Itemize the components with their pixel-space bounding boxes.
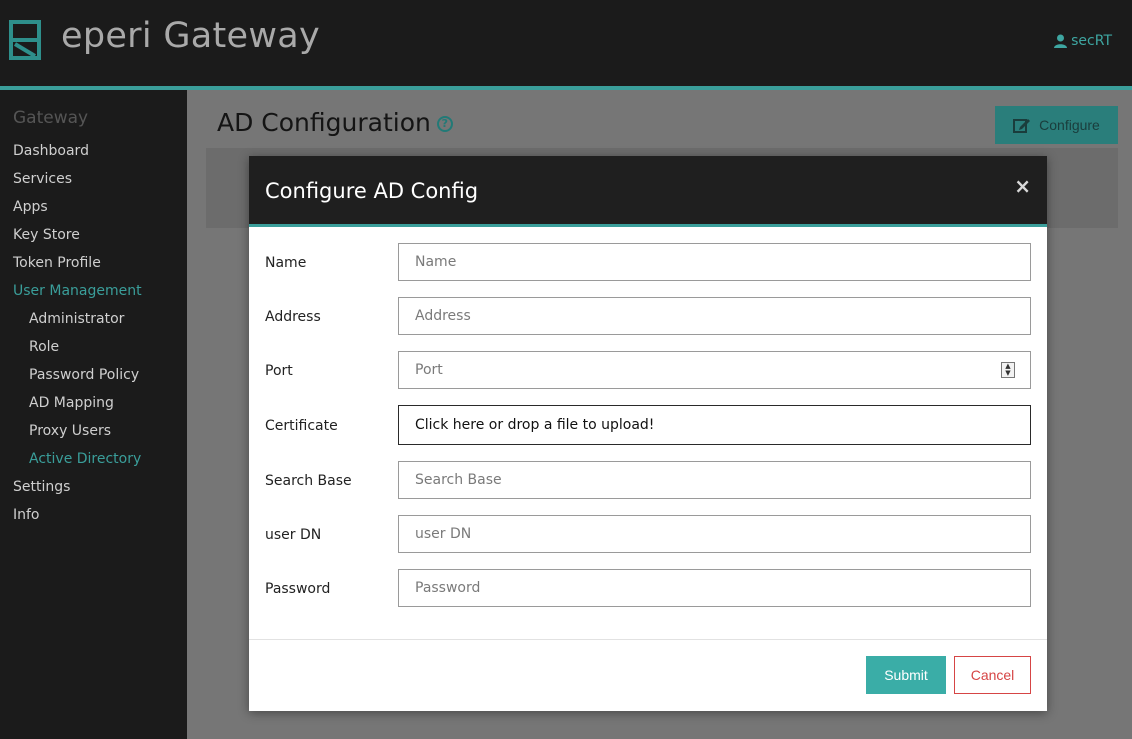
configure-button-label: Configure	[1039, 117, 1100, 133]
user-name: secRT	[1071, 33, 1112, 49]
sidebar-item-info[interactable]: Info	[0, 504, 187, 532]
user-dn-label: user DN	[265, 527, 322, 543]
sidebar-item-active-directory[interactable]: Active Directory	[0, 448, 187, 476]
certificate-file-dropzone[interactable]: Click here or drop a file to upload!	[398, 405, 1031, 445]
port-label: Port	[265, 363, 293, 379]
address-input[interactable]	[398, 297, 1031, 335]
name-label: Name	[265, 255, 307, 271]
sidebar-item-ad-mapping[interactable]: AD Mapping	[0, 392, 187, 420]
sidebar-item-apps[interactable]: Apps	[0, 196, 187, 224]
sidebar-item-role[interactable]: Role	[0, 336, 187, 364]
certificate-label: Certificate	[265, 418, 338, 434]
configure-ad-modal: Configure AD Config × Name Address Port …	[249, 156, 1047, 711]
brand-title: eperi Gateway	[61, 16, 321, 56]
sidebar-item-key-store[interactable]: Key Store	[0, 224, 187, 252]
password-label: Password	[265, 581, 331, 597]
sidebar-item-password-policy[interactable]: Password Policy	[0, 364, 187, 392]
question-circle-icon[interactable]: ?	[436, 115, 453, 132]
submit-button[interactable]: Submit	[866, 656, 946, 694]
edit-icon	[1013, 119, 1031, 133]
configure-button[interactable]: Configure	[995, 106, 1118, 144]
sidebar-item-user-management[interactable]: User Management	[0, 280, 187, 308]
user-menu[interactable]: secRT	[1054, 33, 1112, 49]
search-base-input[interactable]	[398, 461, 1031, 499]
page-title: AD Configuration ?	[217, 108, 453, 137]
page-title-text: AD Configuration	[217, 108, 431, 137]
close-icon[interactable]: ×	[1014, 176, 1031, 196]
port-field: ▲ ▼	[398, 351, 1031, 389]
modal-accent-line	[249, 224, 1047, 227]
sidebar-item-settings[interactable]: Settings	[0, 476, 187, 504]
address-label: Address	[265, 309, 321, 325]
sidebar-item-token-profile[interactable]: Token Profile	[0, 252, 187, 280]
modal-title: Configure AD Config	[265, 179, 479, 203]
sidebar-item-administrator[interactable]: Administrator	[0, 308, 187, 336]
sidebar-nav: Dashboard Services Apps Key Store Token …	[0, 140, 187, 532]
name-input[interactable]	[398, 243, 1031, 281]
stepper-down-icon[interactable]: ▼	[1005, 370, 1010, 377]
search-base-label: Search Base	[265, 473, 352, 489]
top-header: eperi Gateway secRT	[0, 0, 1132, 86]
sidebar: Gateway Dashboard Services Apps Key Stor…	[0, 90, 187, 739]
modal-footer-divider	[249, 639, 1047, 640]
password-input[interactable]	[398, 569, 1031, 607]
sidebar-heading: Gateway	[13, 108, 89, 128]
user-dn-input[interactable]	[398, 515, 1031, 553]
user-icon	[1054, 34, 1068, 48]
sidebar-item-proxy-users[interactable]: Proxy Users	[0, 420, 187, 448]
sidebar-item-services[interactable]: Services	[0, 168, 187, 196]
cancel-button[interactable]: Cancel	[954, 656, 1031, 694]
port-stepper[interactable]: ▲ ▼	[1001, 362, 1015, 378]
modal-header: Configure AD Config ×	[249, 156, 1047, 224]
port-input[interactable]	[398, 351, 1031, 389]
sidebar-item-dashboard[interactable]: Dashboard	[0, 140, 187, 168]
eperi-logo-icon	[9, 20, 41, 60]
